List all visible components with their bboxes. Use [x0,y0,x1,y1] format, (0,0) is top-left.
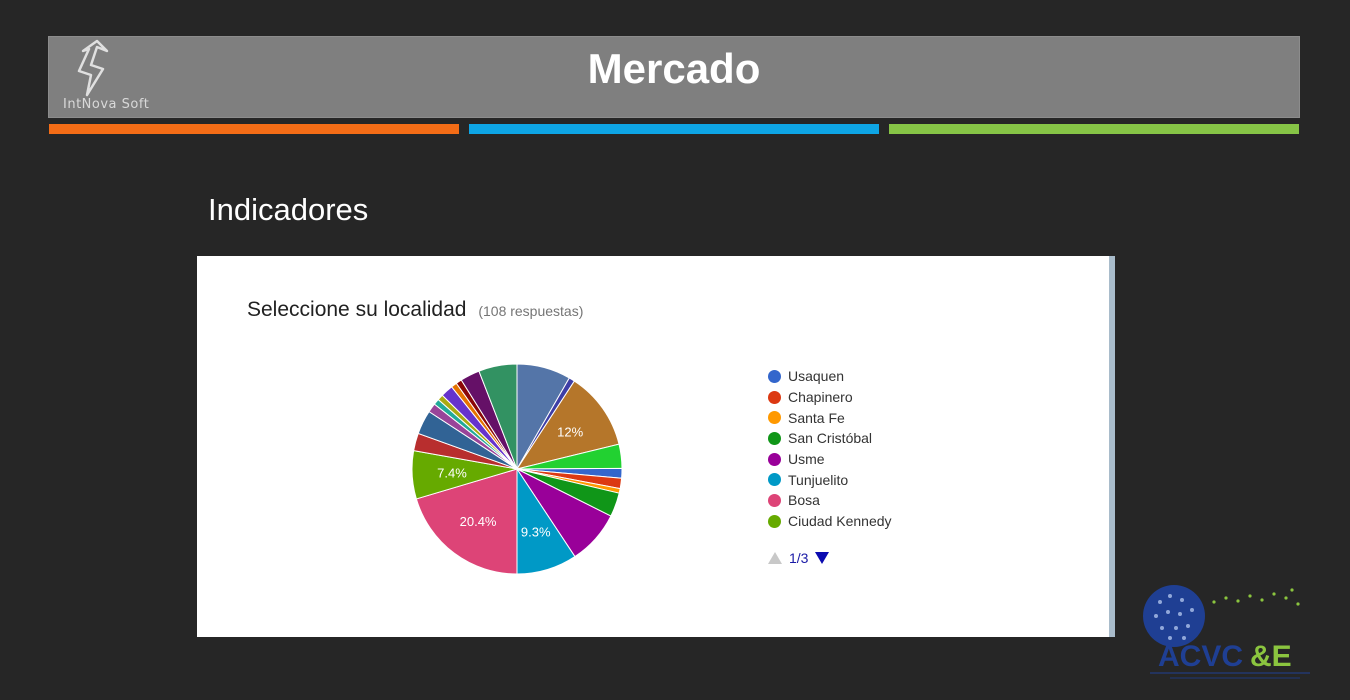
legend-swatch [768,514,781,528]
accent-stripe-orange [49,124,459,134]
legend-swatch [768,431,781,445]
legend-swatch [768,369,781,383]
legend-item[interactable]: Bosa [768,490,892,511]
legend-swatch [768,390,781,404]
logo-text: IntNova Soft [63,97,150,112]
legend-item[interactable]: Usaquen [768,366,892,387]
legend-pager: 1/3 [768,550,830,566]
section-heading: Indicadores [208,192,369,227]
response-count: (108 respuestas) [478,303,584,319]
pie-data-label: 20.4% [460,514,497,529]
logo-globe-icon [1143,585,1205,647]
legend-label: Usme [788,451,825,468]
legend-item[interactable]: Usme [768,449,892,470]
page-title: Mercado [587,45,761,92]
legend-label: Usaquen [788,368,845,385]
pager-label: 1/3 [789,550,809,566]
legend-label: Bosa [788,492,820,509]
legend-swatch [768,452,781,466]
legend-item[interactable]: San Cristóbal [768,428,892,449]
header-bar: IntNova Soft Mercado [48,36,1300,118]
chart-title: Seleccione su localidad (108 respuestas) [247,298,583,322]
triangle-down-icon[interactable] [815,552,830,564]
acvce-logo: ACVC &E [1143,585,1310,679]
triangle-up-icon[interactable] [768,552,782,564]
legend-item[interactable]: Tunjuelito [768,469,892,490]
legend-swatch [768,493,781,507]
svg-text:&E: &E [1250,640,1292,673]
accent-stripe-blue [469,124,879,134]
legend-label: Tunjuelito [788,471,849,488]
chart-card: Seleccione su localidad (108 respuestas)… [197,256,1109,637]
legend-label: Santa Fe [788,409,845,426]
accent-stripe-green [889,124,1299,134]
legend-item[interactable]: Santa Fe [768,407,892,428]
legend-swatch [768,411,781,425]
chart-title-text: Seleccione su localidad [247,298,467,321]
svg-text:ACVC: ACVC [1158,640,1243,673]
pie-data-label: 7.4% [437,466,467,481]
legend-label: San Cristóbal [788,430,873,447]
legend-label: Chapinero [788,389,853,406]
legend-swatch [768,473,781,487]
legend-item[interactable]: Ciudad Kennedy [768,511,892,532]
legend-item[interactable]: Chapinero [768,387,892,408]
legend-label: Ciudad Kennedy [788,513,892,530]
card-scrollbar-edge [1109,256,1115,637]
chart-legend: Usaquen Chapinero Santa Fe San Cristóbal Usm… [768,366,892,532]
pie-data-label: 12% [557,424,583,439]
pie-data-label: 9.3% [521,524,551,539]
pie-chart: 12% 9.3% 20.4% 7.4% [411,363,623,575]
